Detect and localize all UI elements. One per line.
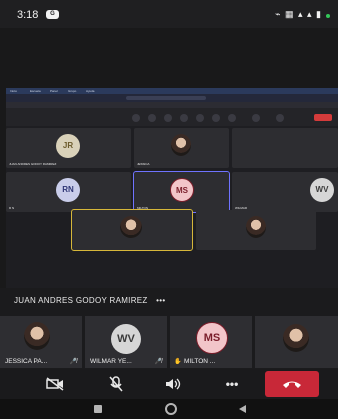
participant-name: JESSICA PA... <box>5 358 48 365</box>
participant-tile[interactable] <box>255 316 338 368</box>
participant-name: MILTON ... <box>184 358 216 365</box>
speaker-name: JUAN ANDRES GODOY RAMIREZ ••• <box>14 296 165 305</box>
toolbar-icon <box>276 114 284 122</box>
browser-tabs <box>6 94 338 102</box>
video-tile <box>196 210 316 250</box>
speaker-name-text: JUAN ANDRES GODOY RAMIREZ <box>14 296 148 305</box>
participant-photo <box>120 216 142 238</box>
home-button[interactable] <box>165 403 177 415</box>
participant-name: WILMAR YE... <box>90 358 132 365</box>
tile-label: R N <box>9 206 15 210</box>
participant-photo <box>24 322 50 350</box>
speaker-icon[interactable] <box>153 373 193 395</box>
video-tile: JR JUAN ANDRES GODOY RAMIREZ <box>6 128 131 168</box>
shared-screen[interactable]: Inicio Escuela Panel Grupo Ayuda JR JUAN… <box>0 28 338 288</box>
back-button[interactable] <box>239 405 246 413</box>
toolbar-icon <box>228 114 236 122</box>
shared-screen-content: Inicio Escuela Panel Grupo Ayuda JR JUAN… <box>6 88 338 288</box>
toolbar-icon <box>164 114 172 122</box>
battery-indicator <box>326 14 330 18</box>
avatar: MS <box>170 178 194 202</box>
toolbar-icon <box>212 114 220 122</box>
end-call-button[interactable] <box>265 371 319 397</box>
clock: 3:18 <box>17 9 39 21</box>
participant-photo <box>171 134 191 156</box>
leave-button <box>314 114 332 121</box>
avatar: RN <box>56 178 80 202</box>
avatar: WV <box>310 178 334 202</box>
tile-label: JUAN ANDRES GODOY RAMIREZ <box>9 162 57 166</box>
camera-off-icon[interactable] <box>35 373 75 395</box>
more-options-icon[interactable]: ••• <box>156 296 165 305</box>
video-tile <box>232 128 338 168</box>
avatar: MS <box>196 322 228 354</box>
recents-button[interactable] <box>94 405 102 413</box>
video-tile: JESSICA <box>134 128 229 168</box>
app-badge: G <box>46 10 59 19</box>
video-tile-active <box>71 209 193 251</box>
toolbar-icon <box>196 114 204 122</box>
toolbar-icon <box>132 114 140 122</box>
mic-off-icon[interactable] <box>96 373 136 395</box>
call-controls: ••• <box>0 369 338 399</box>
video-tile: MS MILTON <box>133 171 230 213</box>
mic-off-icon: 🎤̸ <box>154 359 162 365</box>
toolbar-icon <box>180 114 188 122</box>
android-nav-bar <box>0 399 338 419</box>
end-call-icon <box>283 381 301 388</box>
system-status-icons: ⌁ ▦ ▴ ▴ ▮ <box>275 9 322 19</box>
toolbar-icon <box>252 114 260 122</box>
participant-tile[interactable]: JESSICA PA... 🎤̸ <box>0 316 82 368</box>
avatar: JR <box>56 134 80 158</box>
participant-photo <box>283 324 309 352</box>
mic-off-icon: 🎤̸ <box>69 359 77 365</box>
video-tile: WV WILMAR <box>232 172 338 212</box>
participant-photo <box>246 216 266 238</box>
avatar: WV <box>111 324 141 354</box>
url-bar <box>126 96 206 100</box>
raised-hand-icon: ✋ <box>174 359 182 365</box>
more-options-icon[interactable]: ••• <box>212 373 252 395</box>
video-tile: RN R N <box>6 172 131 212</box>
toolbar-icon <box>148 114 156 122</box>
status-bar: 3:18 G ⌁ ▦ ▴ ▴ ▮ <box>0 0 338 28</box>
meeting-toolbar <box>6 108 338 126</box>
participant-tile[interactable]: MS MILTON ... ✋ <box>170 316 252 368</box>
tile-label: JESSICA <box>137 162 150 166</box>
participant-tile[interactable]: WV WILMAR YE... 🎤̸ <box>85 316 167 368</box>
participant-strip: JESSICA PA... 🎤̸ WV WILMAR YE... 🎤̸ MS M… <box>0 316 338 368</box>
